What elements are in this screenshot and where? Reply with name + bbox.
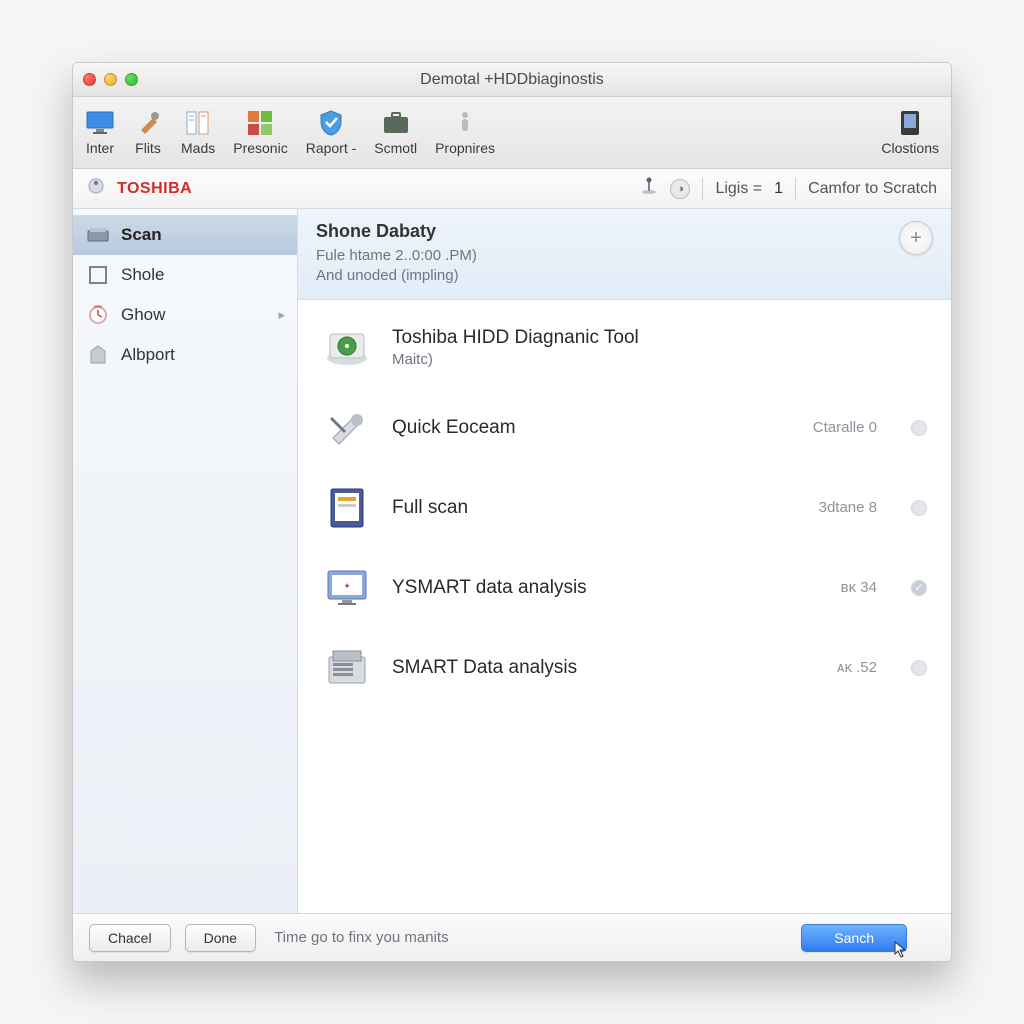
item-label: Full scan bbox=[392, 497, 757, 519]
panel-header: Shone Dabaty Fule htame 2..0:00 .PM) And… bbox=[298, 209, 951, 300]
toolbar-label: Flits bbox=[135, 140, 161, 156]
wrench-icon bbox=[322, 406, 372, 450]
tools-icon bbox=[133, 110, 163, 136]
item-label: Quick Eoceam bbox=[392, 417, 757, 439]
window-title: Demotal +HDDbiaginostis bbox=[73, 71, 951, 89]
toolbar-propnires[interactable]: Propnires bbox=[435, 110, 495, 156]
list-item-quick[interactable]: Quick Eoceam Ctaralle 0 bbox=[298, 388, 951, 468]
docs-icon bbox=[183, 110, 213, 136]
toolbar-scmotl[interactable]: Scmotl bbox=[374, 110, 417, 156]
app-window: Demotal +HDDbiaginostis Inter Flits Mads… bbox=[72, 62, 952, 962]
cancel-button[interactable]: Chacel bbox=[89, 924, 171, 952]
sidebar-item-label: Shole bbox=[121, 265, 164, 285]
briefcase-icon bbox=[381, 110, 411, 136]
ligis-label: Ligis = bbox=[715, 180, 762, 198]
content-area: Scan Shole Ghow Albport bbox=[73, 209, 951, 913]
brand-logo-icon bbox=[87, 177, 105, 200]
status-dot-check: ✓ bbox=[911, 580, 927, 596]
done-button[interactable]: Done bbox=[185, 924, 256, 952]
sidebar-item-label: Scan bbox=[121, 225, 162, 245]
toolbar-presonic[interactable]: Presonic bbox=[233, 110, 287, 156]
server-icon bbox=[322, 646, 372, 690]
joystick-icon[interactable] bbox=[640, 177, 658, 200]
clock-icon bbox=[87, 306, 109, 324]
sidebar-item-label: Albport bbox=[121, 345, 175, 365]
titlebar: Demotal +HDDbiaginostis bbox=[73, 63, 951, 97]
toolbar-label: Propnires bbox=[435, 140, 495, 156]
list-item-smart[interactable]: SMART Data analysis ᴀᴋ .52 bbox=[298, 628, 951, 708]
main-panel: Shone Dabaty Fule htame 2..0:00 .PM) And… bbox=[298, 209, 951, 913]
grid-icon bbox=[245, 110, 275, 136]
device-icon bbox=[895, 110, 925, 136]
monitor-icon bbox=[85, 110, 115, 136]
item-sublabel: Maitc) bbox=[392, 351, 927, 368]
toolbar-mads[interactable]: Mads bbox=[181, 110, 215, 156]
cursor-icon bbox=[893, 941, 907, 962]
person-icon bbox=[450, 110, 480, 136]
shield-icon bbox=[316, 110, 346, 136]
primary-button[interactable]: Sanch bbox=[801, 924, 907, 952]
camfor-link[interactable]: Camfor to Scratch bbox=[808, 180, 937, 198]
item-meta: ᴀᴋ .52 bbox=[777, 659, 877, 676]
list-item-full[interactable]: Full scan 3dtane 8 bbox=[298, 468, 951, 548]
plus-icon: + bbox=[910, 227, 922, 250]
footer: Chacel Done Time go to finx you manits S… bbox=[73, 913, 951, 961]
toolbar-clostions[interactable]: Clostions bbox=[881, 110, 939, 156]
status-dot bbox=[911, 660, 927, 676]
item-label: YSMART data analysis bbox=[392, 577, 757, 599]
panel-subtitle-1: Fule htame 2..0:00 .PM) bbox=[316, 246, 477, 266]
drive-icon bbox=[322, 486, 372, 530]
sidebar-item-label: Ghow bbox=[121, 305, 165, 325]
toolbar-label: Inter bbox=[86, 140, 114, 156]
item-meta: ʙᴋ 34 bbox=[777, 579, 877, 596]
sidebar-item-shole[interactable]: Shole bbox=[73, 255, 297, 295]
toolbar-flits[interactable]: Flits bbox=[133, 110, 163, 156]
status-dot bbox=[911, 500, 927, 516]
add-button[interactable]: + bbox=[899, 221, 933, 255]
toolbar-inter[interactable]: Inter bbox=[85, 110, 115, 156]
toolbar-raport[interactable]: Raport - bbox=[306, 110, 357, 156]
toolbar-label: Scmotl bbox=[374, 140, 417, 156]
item-label: SMART Data analysis bbox=[392, 657, 757, 679]
toolbar-label: Mads bbox=[181, 140, 215, 156]
panel-title: Shone Dabaty bbox=[316, 221, 477, 242]
toolbar-label: Clostions bbox=[881, 140, 939, 156]
sidebar: Scan Shole Ghow Albport bbox=[73, 209, 298, 913]
status-dot bbox=[911, 420, 927, 436]
item-label: Toshiba HIDD Diagnanic Tool bbox=[392, 327, 927, 349]
item-list: Toshiba HIDD Diagnanic Tool Maitc) Quick… bbox=[298, 300, 951, 914]
panel-subtitle-2: And unoded (impling) bbox=[316, 266, 477, 286]
square-icon bbox=[87, 266, 109, 284]
svg-text:✦: ✦ bbox=[343, 581, 351, 591]
sidebar-item-albport[interactable]: Albport bbox=[73, 335, 297, 375]
ligis-value: 1 bbox=[774, 180, 783, 198]
list-item-tool[interactable]: Toshiba HIDD Diagnanic Tool Maitc) bbox=[298, 308, 951, 388]
item-meta: Ctaralle 0 bbox=[777, 419, 877, 436]
item-meta: 3dtane 8 bbox=[777, 499, 877, 516]
toolbar: Inter Flits Mads Presonic Raport - bbox=[73, 97, 951, 169]
scanner-icon bbox=[87, 226, 109, 244]
info-bar: TOSHIBA ◑ Ligis = 1 Camfor to Scratch bbox=[73, 169, 951, 209]
footer-hint: Time go to finx you manits bbox=[274, 929, 449, 946]
info-icon[interactable]: ◑ bbox=[670, 179, 690, 199]
brand-text: TOSHIBA bbox=[117, 180, 192, 198]
sidebar-item-scan[interactable]: Scan bbox=[73, 215, 297, 255]
tag-icon bbox=[87, 346, 109, 364]
hdd-icon bbox=[322, 326, 372, 370]
toolbar-label: Raport - bbox=[306, 140, 357, 156]
display-icon: ✦ bbox=[322, 566, 372, 610]
list-item-ysmart[interactable]: ✦ YSMART data analysis ʙᴋ 34 ✓ bbox=[298, 548, 951, 628]
sidebar-item-ghow[interactable]: Ghow bbox=[73, 295, 297, 335]
toolbar-label: Presonic bbox=[233, 140, 287, 156]
